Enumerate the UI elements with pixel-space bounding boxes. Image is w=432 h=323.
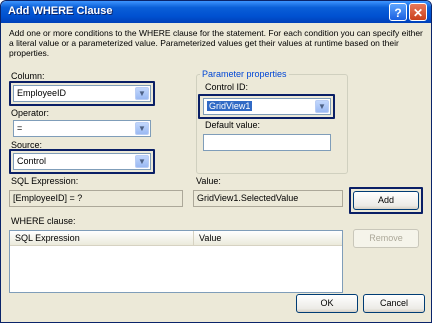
sql-expression-field: [EmployeeID] = ? (9, 190, 183, 207)
window-title: Add WHERE Clause (8, 5, 113, 17)
control-id-highlight (198, 94, 335, 119)
ok-button[interactable]: OK (296, 294, 358, 313)
close-icon: ✕ (412, 6, 424, 20)
operator-value: = (17, 123, 23, 133)
list-header: SQL Expression Value (10, 231, 342, 246)
help-button[interactable]: ? (389, 3, 407, 21)
default-value-label: Default value: (205, 120, 261, 130)
description-text: Add one or more conditions to the WHERE … (9, 28, 423, 58)
cancel-button[interactable]: Cancel (363, 294, 425, 313)
close-button[interactable]: ✕ (409, 3, 427, 21)
default-value-input[interactable] (203, 134, 331, 151)
title-bar: Add WHERE Clause ? ✕ (1, 1, 431, 23)
column-label: Column: (11, 71, 45, 81)
operator-label: Operator: (11, 108, 50, 118)
control-id-label: Control ID: (205, 82, 249, 92)
remove-button[interactable]: Remove (353, 229, 419, 248)
column-header-value[interactable]: Value (194, 231, 342, 245)
operator-dropdown[interactable]: = ▼ (13, 120, 151, 137)
source-highlight (9, 149, 155, 174)
column-highlight (9, 81, 155, 106)
column-header-sql-expression[interactable]: SQL Expression (10, 231, 194, 245)
dialog-body: Add one or more conditions to the WHERE … (1, 23, 431, 322)
help-icon: ? (394, 6, 402, 20)
sql-expression-label: SQL Expression: (11, 176, 79, 186)
chevron-down-icon[interactable]: ▼ (135, 122, 149, 135)
where-clause-list[interactable]: SQL Expression Value (9, 230, 343, 293)
where-clause-label: WHERE clause: (11, 216, 76, 226)
value-label: Value: (196, 176, 221, 186)
add-where-clause-dialog: Add WHERE Clause ? ✕ Add one or more con… (0, 0, 432, 323)
add-button-highlight (349, 187, 423, 214)
parameter-properties-title: Parameter properties (200, 69, 289, 79)
value-field: GridView1.SelectedValue (193, 190, 343, 207)
